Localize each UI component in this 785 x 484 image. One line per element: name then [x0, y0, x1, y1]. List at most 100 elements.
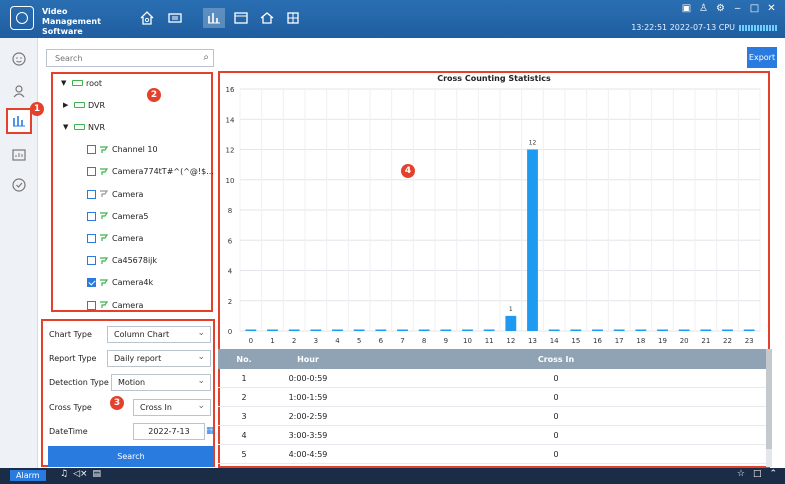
bar	[743, 329, 755, 331]
maximize-icon[interactable]: □	[749, 3, 760, 14]
tree-node[interactable]: Camera	[87, 231, 143, 245]
table-row[interactable]: 4 3:00-3:59 0	[218, 426, 766, 445]
device-search: ⌕	[46, 49, 214, 67]
restore-icon[interactable]: □	[753, 469, 762, 479]
bell-icon[interactable]: ♫	[60, 469, 68, 479]
checkbox[interactable]	[87, 167, 96, 177]
bar	[570, 329, 582, 331]
cross-counting-chart: 02468101214160 1 2 3 4 5 6 7 8 9 10 11 121131214 15 16…	[226, 86, 761, 345]
face-icon[interactable]	[6, 46, 32, 72]
tree-node[interactable]: Camera	[87, 298, 143, 312]
report-type-select[interactable]: Daily report ⌄	[107, 350, 211, 367]
mute-icon[interactable]: ◁×	[73, 469, 87, 479]
search-input[interactable]	[47, 50, 187, 66]
search-icon[interactable]: ⌕	[203, 52, 209, 63]
close-icon[interactable]: ✕	[766, 3, 777, 14]
grid-icon[interactable]	[282, 8, 304, 28]
folder-icon	[74, 124, 85, 131]
x-tick-label: 0	[249, 337, 253, 345]
x-tick-label: 10	[463, 337, 472, 345]
chevron-down-icon: ⌄	[197, 401, 205, 411]
x-tick-label: 21	[701, 337, 710, 345]
checkbox[interactable]	[87, 145, 96, 155]
checkbox[interactable]	[87, 233, 96, 243]
caret-right-icon[interactable]: ▶	[63, 101, 71, 109]
x-tick-label: 19	[658, 337, 667, 345]
caret-down-icon[interactable]: ▼	[61, 79, 69, 87]
user-icon[interactable]: ♙	[698, 3, 709, 14]
settings-icon[interactable]: ⚙	[715, 3, 726, 14]
x-tick-label: 16	[593, 337, 602, 345]
caret-down-icon[interactable]: ▼	[63, 123, 71, 131]
detection-type-select[interactable]: Motion ⌄	[111, 374, 211, 391]
collapse-up-icon[interactable]: ⌃	[769, 469, 777, 479]
search-button[interactable]: Search	[48, 446, 214, 467]
status-line: 13:22:51 2022-07-13 CPU	[631, 23, 777, 32]
table-row[interactable]: 1 0:00-0:59 0	[218, 369, 766, 388]
bar	[548, 329, 560, 331]
datetime-input[interactable]: 2022-7-13	[133, 423, 205, 440]
screen-icon[interactable]: ▤	[93, 469, 102, 479]
monitor-icon[interactable]: ▣	[681, 3, 692, 14]
alarm-button[interactable]: Alarm	[10, 470, 46, 481]
home-settings-icon[interactable]	[256, 8, 278, 28]
y-tick-label: 6	[228, 237, 233, 245]
x-tick-label: 12	[506, 337, 515, 345]
chart-type-select[interactable]: Column Chart ⌄	[107, 326, 211, 343]
statistics-icon[interactable]	[203, 8, 225, 28]
tree-node[interactable]: ▶ DVR	[63, 98, 105, 112]
tree-node[interactable]: ▼ root	[61, 76, 102, 90]
x-tick-label: 3	[314, 337, 318, 345]
cell-no: 3	[241, 411, 247, 421]
x-tick-label: 11	[485, 337, 494, 345]
tree-node-label: root	[86, 78, 103, 88]
table-row[interactable]: 2 1:00-1:59 0	[218, 388, 766, 407]
tree-node[interactable]: Channel 10	[87, 143, 158, 157]
filter-panel: Chart Type Column Chart ⌄ Report Type Da…	[41, 319, 215, 467]
scrollbar-thumb[interactable]	[766, 349, 772, 449]
tree-node[interactable]: Camera	[87, 187, 143, 201]
people-stats-icon[interactable]	[6, 142, 32, 168]
clock-check-icon[interactable]	[6, 172, 32, 198]
tree-node[interactable]: Camera774tT#^(^@!$...	[87, 165, 214, 179]
x-tick-label: 15	[571, 337, 580, 345]
tree-node-label: Channel 10	[112, 145, 158, 155]
home-icon[interactable]	[136, 8, 158, 28]
table-scrollbar[interactable]	[766, 349, 772, 467]
callout-marker-1: 1	[30, 102, 44, 116]
chevron-down-icon: ⌄	[197, 376, 205, 386]
tree-node[interactable]: Camera5	[87, 209, 148, 223]
tree-node-label: Camera	[112, 233, 144, 243]
cell-cross-in: 0	[553, 430, 559, 440]
minimize-icon[interactable]: ‒	[732, 3, 743, 14]
window-icon[interactable]	[230, 8, 252, 28]
camera-icon	[100, 279, 109, 286]
app-title: Video Management Software	[42, 7, 101, 36]
calendar-icon[interactable]: ▦	[206, 426, 215, 436]
checkbox[interactable]	[87, 256, 96, 266]
cell-hour: 3:00-3:59	[288, 430, 328, 440]
x-tick-label: 8	[422, 337, 426, 345]
bar	[700, 329, 712, 331]
checkbox[interactable]	[87, 300, 96, 310]
y-tick-label: 4	[228, 268, 233, 276]
cross-type-select[interactable]: Cross In ⌄	[133, 399, 211, 416]
chevron-down-icon: ⌄	[197, 352, 205, 362]
bottom-bar: Alarm ♫ ◁× ▤ ☆ □ ⌃	[0, 468, 785, 484]
gear-person-icon[interactable]	[6, 78, 32, 104]
cell-no: 4	[241, 430, 247, 440]
tree-node[interactable]: Camera4k	[87, 276, 153, 290]
tree-node[interactable]: Ca45678ijk	[87, 254, 157, 268]
bar	[310, 329, 322, 331]
checkbox[interactable]	[87, 211, 96, 221]
table-row[interactable]: 5 4:00-4:59 0	[218, 445, 766, 464]
export-button[interactable]: Export	[747, 47, 777, 68]
table-row[interactable]: 3 2:00-2:59 0	[218, 407, 766, 426]
layout-icon[interactable]	[164, 8, 186, 28]
cross-counting-icon[interactable]	[6, 108, 32, 134]
checkbox[interactable]	[87, 278, 96, 288]
pin-icon[interactable]: ☆	[737, 469, 745, 479]
bar	[462, 329, 473, 331]
checkbox[interactable]	[87, 189, 96, 199]
tree-node[interactable]: ▼ NVR	[63, 120, 105, 134]
